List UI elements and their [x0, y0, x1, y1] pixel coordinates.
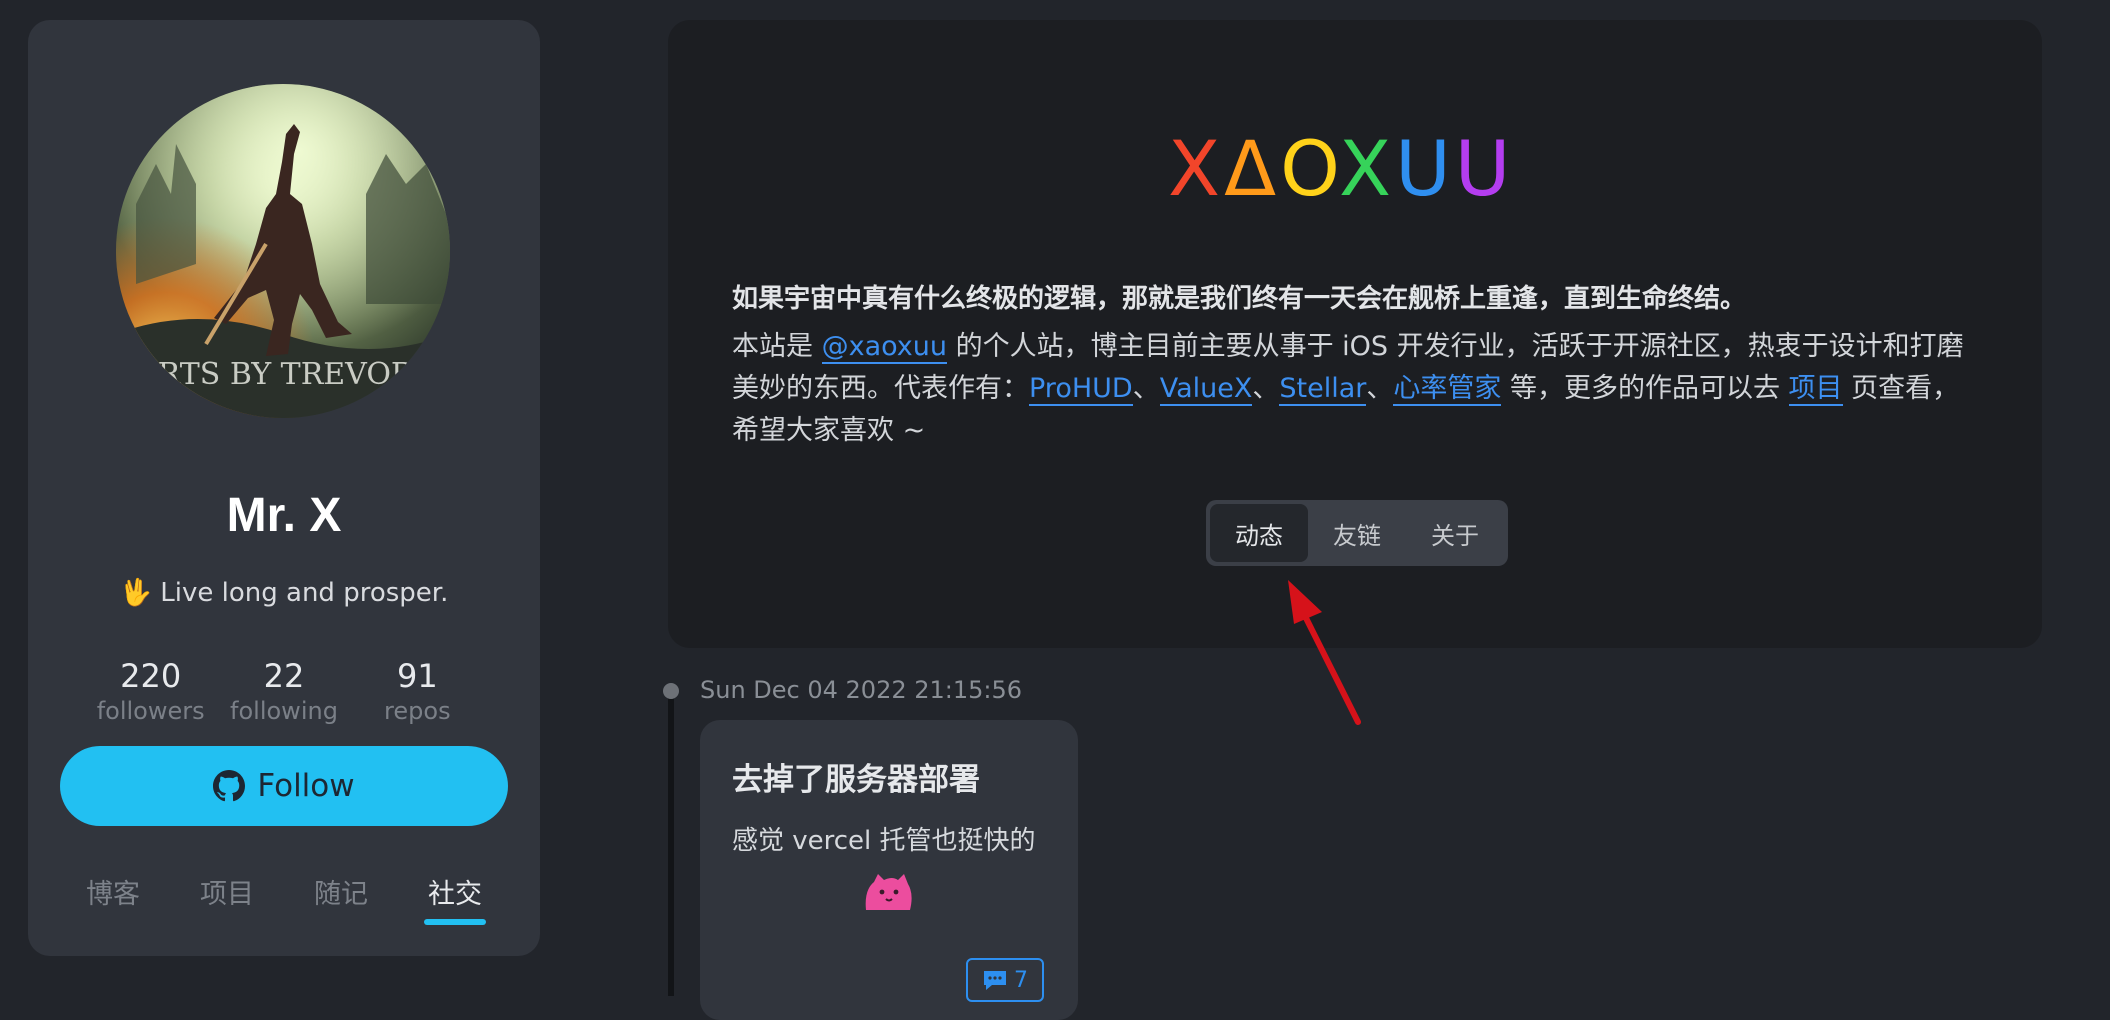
follow-label: Follow: [257, 768, 355, 804]
post-body: 感觉 vercel 托管也挺快的: [732, 826, 1036, 856]
stat-value: 220: [120, 657, 182, 695]
projects-link[interactable]: 项目: [1788, 373, 1843, 406]
stat-following[interactable]: 22 following: [217, 656, 350, 726]
logo-letter: X: [1168, 124, 1225, 213]
nav-item-projects[interactable]: 项目: [200, 872, 254, 925]
stat-label: followers: [96, 697, 205, 725]
hero-tabs: 动态 友链 关于: [1206, 500, 1508, 566]
comment-button[interactable]: 7: [966, 958, 1044, 1002]
timeline-dot: [663, 683, 679, 699]
logo-letter: O: [1280, 124, 1340, 213]
work-link-valuex[interactable]: ValueX: [1159, 373, 1253, 406]
hero-card: XΔOXUU 如果宇宙中真有什么终极的逻辑，那就是我们终有一天会在舰桥上重逢，直…: [668, 20, 2042, 648]
work-link-prohud[interactable]: ProHUD: [1029, 373, 1133, 406]
stat-followers[interactable]: 220 followers: [84, 656, 217, 726]
hero-quote: 如果宇宙中真有什么终极的逻辑，那就是我们终有一天会在舰桥上重逢，直到生命终结。: [732, 284, 1747, 314]
separator: 、: [1132, 373, 1160, 404]
comment-icon: [984, 971, 1006, 990]
author-link[interactable]: @xaoxuu: [821, 331, 948, 364]
follow-button[interactable]: Follow: [60, 746, 508, 826]
logo-letter: U: [1454, 124, 1515, 213]
stat-value: 22: [263, 657, 305, 695]
nav-item-social[interactable]: 社交: [424, 872, 486, 925]
post-title: 去掉了服务器部署: [732, 762, 980, 798]
nav-item-notes[interactable]: 随记: [314, 872, 368, 925]
work-link-heartrate[interactable]: 心率管家: [1393, 373, 1502, 406]
intro-text: 本站是: [732, 331, 822, 362]
post-date: Sun Dec 04 2022 21:15:56: [700, 676, 1023, 704]
avatar-image: ARTS BY TREVOR M: [116, 84, 450, 418]
stat-label: following: [230, 697, 338, 725]
stat-value: 91: [396, 657, 438, 695]
blob-emoji-icon: [865, 874, 912, 910]
logo-letter: X: [1339, 124, 1396, 213]
hero-intro: 本站是 @xaoxuu 的个人站，博主目前主要从事于 iOS 开发行业，活跃于开…: [732, 326, 1982, 452]
github-icon: [213, 770, 246, 802]
timeline-line: [668, 698, 674, 996]
profile-name: Mr. X: [226, 489, 342, 542]
stat-label: repos: [384, 697, 451, 725]
stat-repos[interactable]: 91 repos: [351, 656, 484, 726]
work-link-stellar[interactable]: Stellar: [1279, 373, 1367, 406]
separator: 、: [1252, 373, 1280, 404]
profile-motto: 🖖 Live long and prosper.: [119, 578, 449, 608]
avatar[interactable]: ARTS BY TREVOR M: [116, 84, 450, 418]
svg-text:ARTS BY TREVOR M: ARTS BY TREVOR M: [135, 357, 450, 392]
site-logo[interactable]: XΔOXUU: [1168, 124, 1514, 213]
tab-friends[interactable]: 友链: [1308, 504, 1406, 562]
logo-letter: U: [1395, 124, 1455, 213]
separator: 、: [1366, 373, 1394, 404]
profile-stats: 220 followers 22 following 91 repos: [84, 656, 484, 726]
tab-activity[interactable]: 动态: [1210, 504, 1308, 562]
profile-nav: 博客 项目 随记 社交: [68, 872, 500, 925]
intro-text: 等，更多的作品可以去: [1501, 373, 1789, 404]
annotation-arrow-icon: [1288, 580, 1361, 725]
logo-letter: Δ: [1224, 124, 1281, 213]
post-card[interactable]: 去掉了服务器部署 感觉 vercel 托管也挺快的 7: [700, 720, 1078, 1020]
tab-about[interactable]: 关于: [1406, 504, 1504, 562]
comment-count: 7: [1014, 967, 1028, 993]
nav-item-blog[interactable]: 博客: [86, 872, 140, 925]
profile-card: ARTS BY TREVOR M Mr. X 🖖 Live long and p…: [28, 20, 540, 956]
